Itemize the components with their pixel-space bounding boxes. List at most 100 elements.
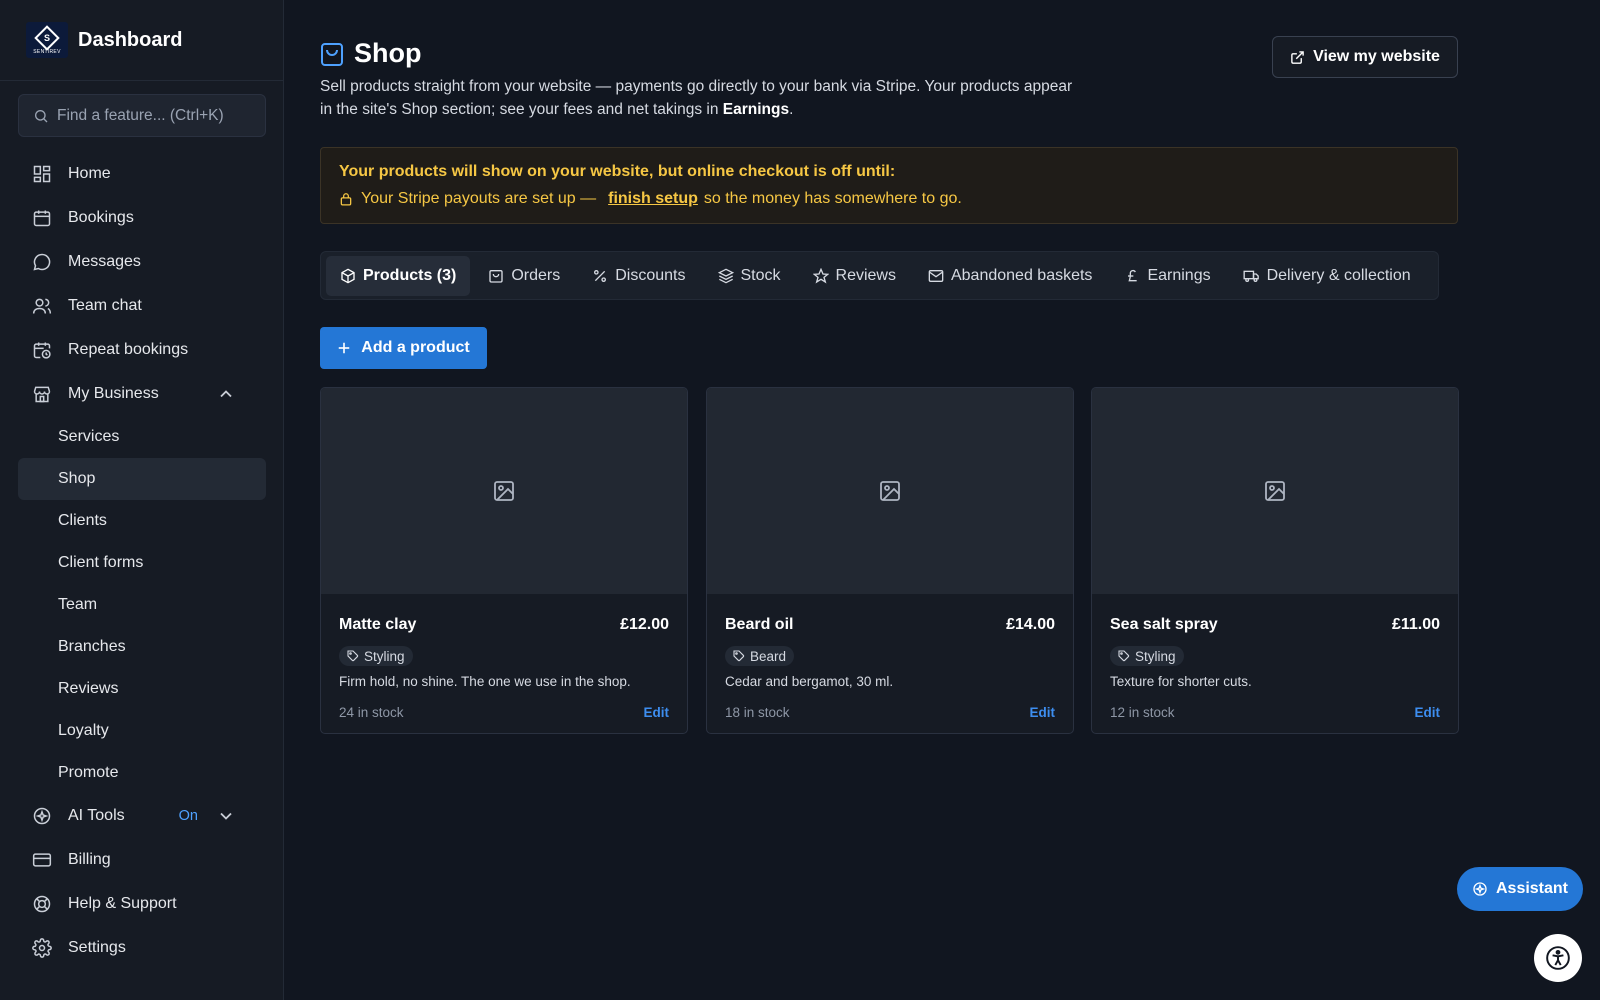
page-description-end: . bbox=[789, 100, 794, 118]
product-edit-link[interactable]: Edit bbox=[1030, 705, 1056, 720]
tab-label: Stock bbox=[740, 266, 781, 284]
product-price: £12.00 bbox=[620, 616, 669, 633]
tab-label: Earnings bbox=[1147, 266, 1211, 284]
sidebar-sub-promote[interactable]: Promote bbox=[18, 752, 266, 794]
calendar-icon bbox=[33, 210, 51, 227]
sidebar-item-settings[interactable]: Settings bbox=[18, 926, 266, 970]
tab-earnings[interactable]: Earnings bbox=[1110, 256, 1224, 296]
store-icon bbox=[33, 386, 51, 403]
sidebar-nav: Home Bookings Messages Team chat Repeat … bbox=[18, 152, 266, 970]
app-root: S SENTIREV Dashboard Find a feature... (… bbox=[0, 0, 1600, 1000]
box-icon bbox=[341, 268, 355, 283]
brand-title: Dashboard bbox=[78, 28, 183, 51]
product-name: Matte clay bbox=[339, 616, 417, 633]
sidebar-item-help-support[interactable]: Help & Support bbox=[18, 882, 266, 926]
tab-abandoned-baskets[interactable]: Abandoned baskets bbox=[914, 256, 1106, 296]
sidebar-item-label: Billing bbox=[68, 851, 111, 868]
sidebar-sub-team[interactable]: Team bbox=[18, 584, 266, 626]
sidebar-item-repeat-bookings[interactable]: Repeat bookings bbox=[18, 328, 266, 372]
page-description: Sell products straight from your website… bbox=[320, 76, 1080, 121]
page-description-text: Sell products straight from your website… bbox=[320, 78, 1073, 118]
earnings-emphasis: Earnings bbox=[722, 100, 790, 118]
lock-icon bbox=[340, 193, 352, 206]
product-price: £11.00 bbox=[1391, 616, 1440, 633]
product-tag: Beard bbox=[725, 646, 795, 666]
sidebar-item-billing[interactable]: Billing bbox=[18, 838, 266, 882]
tab-label: Orders bbox=[511, 266, 561, 284]
product-card-body: Beard oil £14.00 Beard Cedar and bergamo… bbox=[707, 594, 1073, 733]
product-tag: Styling bbox=[339, 646, 413, 666]
sidebar-sub-shop[interactable]: Shop bbox=[18, 458, 266, 500]
product-grid: Matte clay £12.00 Styling Firm hold, no … bbox=[320, 387, 1460, 735]
product-name: Sea salt spray bbox=[1110, 616, 1218, 633]
page-title: Shop bbox=[354, 38, 422, 68]
sidebar-item-team-chat[interactable]: Team chat bbox=[18, 284, 266, 328]
tab-orders[interactable]: Orders bbox=[474, 256, 574, 296]
sidebar-item-label: My Business bbox=[68, 385, 159, 402]
sidebar-sub-loyalty[interactable]: Loyalty bbox=[18, 710, 266, 752]
tag-icon bbox=[1118, 650, 1130, 662]
users-icon bbox=[32, 298, 52, 314]
image-icon bbox=[880, 481, 900, 501]
gear-icon bbox=[32, 938, 52, 958]
sparkle-circle-icon bbox=[1473, 882, 1487, 896]
tab-reviews[interactable]: Reviews bbox=[799, 256, 910, 296]
product-tag-label: Beard bbox=[750, 648, 787, 664]
tab-discounts[interactable]: Discounts bbox=[578, 256, 699, 296]
search-placeholder: Find a feature... (Ctrl+K) bbox=[57, 106, 224, 124]
add-product-label: Add a product bbox=[361, 339, 470, 356]
sidebar-item-my-business[interactable]: My Business bbox=[18, 372, 266, 416]
product-card-body: Matte clay £12.00 Styling Firm hold, no … bbox=[321, 594, 687, 733]
sidebar-sub-client-forms[interactable]: Client forms bbox=[18, 542, 266, 584]
tab-delivery-collection[interactable]: Delivery & collection bbox=[1229, 256, 1425, 296]
product-card[interactable]: Beard oil £14.00 Beard Cedar and bergamo… bbox=[706, 387, 1074, 734]
image-icon bbox=[494, 481, 514, 501]
sidebar-sub-reviews[interactable]: Reviews bbox=[18, 668, 266, 710]
credit-card-icon bbox=[32, 853, 52, 867]
add-product-button[interactable]: Add a product bbox=[320, 327, 487, 369]
sidebar-item-messages[interactable]: Messages bbox=[18, 240, 266, 284]
sidebar-sub-services[interactable]: Services bbox=[18, 416, 266, 458]
lifebuoy-icon bbox=[33, 895, 51, 913]
feature-search[interactable]: Find a feature... (Ctrl+K) bbox=[18, 94, 266, 137]
accessibility-button[interactable] bbox=[1534, 934, 1582, 982]
assistant-button[interactable]: Assistant bbox=[1457, 867, 1583, 911]
checkout-warning-alert: Your products will show on your website,… bbox=[320, 147, 1458, 224]
search-icon bbox=[35, 109, 48, 122]
layers-icon bbox=[717, 268, 734, 283]
product-card[interactable]: Sea salt spray £11.00 Styling Texture fo… bbox=[1091, 387, 1459, 734]
page-header: Shop bbox=[320, 38, 422, 69]
tab-products[interactable]: Products (3) bbox=[326, 255, 471, 296]
alert-title: Your products will show on your website,… bbox=[339, 163, 896, 180]
sidebar-item-label: Messages bbox=[68, 253, 141, 270]
product-edit-link[interactable]: Edit bbox=[644, 705, 670, 720]
tab-stock[interactable]: Stock bbox=[704, 256, 795, 296]
product-description: Cedar and bergamot, 30 ml. bbox=[725, 674, 894, 689]
sidebar-item-home[interactable]: Home bbox=[18, 152, 266, 196]
sidebar-item-label: Settings bbox=[68, 939, 126, 956]
tag-icon bbox=[347, 650, 359, 662]
star-icon bbox=[812, 267, 829, 283]
chat-bubble-icon bbox=[33, 253, 51, 271]
shop-tabs: Products (3) Orders Discounts Stock Revi… bbox=[320, 251, 1439, 300]
sidebar-item-bookings[interactable]: Bookings bbox=[18, 196, 266, 240]
finish-setup-link[interactable]: finish setup bbox=[608, 190, 698, 208]
tag-icon bbox=[733, 650, 745, 662]
tab-label: Discounts bbox=[615, 266, 686, 284]
truck-icon bbox=[1243, 270, 1259, 282]
chevron-up-icon[interactable] bbox=[216, 384, 236, 404]
product-card[interactable]: Matte clay £12.00 Styling Firm hold, no … bbox=[320, 387, 688, 734]
sidebar-sub-clients[interactable]: Clients bbox=[18, 500, 266, 542]
ai-tools-status: On bbox=[178, 808, 198, 824]
brand-header[interactable]: S SENTIREV Dashboard bbox=[0, 0, 283, 81]
chevron-down-icon[interactable] bbox=[216, 806, 236, 826]
product-stock: 12 in stock bbox=[1110, 705, 1175, 720]
tab-label: Products (3) bbox=[363, 266, 457, 284]
sidebar-item-label: Bookings bbox=[68, 209, 134, 226]
sidebar-sub-branches[interactable]: Branches bbox=[18, 626, 266, 668]
sidebar-item-ai-tools[interactable]: AI Tools On bbox=[18, 794, 266, 838]
product-edit-link[interactable]: Edit bbox=[1415, 705, 1441, 720]
view-website-button[interactable]: View my website bbox=[1272, 36, 1458, 78]
assistant-label: Assistant bbox=[1495, 880, 1569, 897]
product-name: Beard oil bbox=[725, 616, 794, 633]
